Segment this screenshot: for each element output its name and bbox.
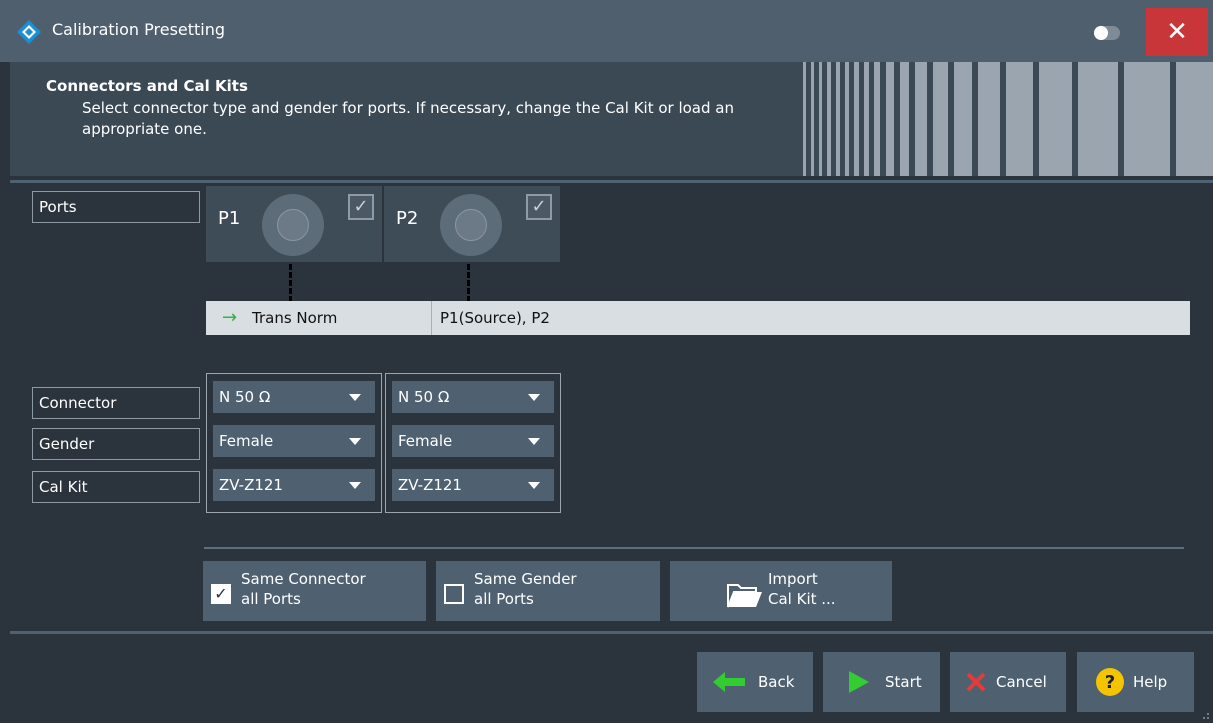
arrow-right-icon: → <box>222 307 238 328</box>
dropdown-caret-icon <box>528 394 540 401</box>
play-icon <box>849 671 869 693</box>
dropdown-caret-icon <box>528 438 540 445</box>
cancel-button[interactable]: Cancel <box>950 652 1066 712</box>
back-label: Back <box>758 673 795 691</box>
label-line: Import <box>768 570 818 588</box>
cal-kit-label: Cal Kit <box>32 471 200 503</box>
help-button[interactable]: ? Help <box>1077 652 1194 712</box>
window-title: Calibration Presetting <box>52 20 226 39</box>
label-line: Cal Kit ... <box>768 590 836 608</box>
dropdown-value: ZV-Z121 <box>219 476 283 494</box>
same-connector-label: Same Connector all Ports <box>241 569 366 609</box>
connector-dropdown-p2[interactable]: N 50 Ω <box>392 381 554 413</box>
dropdown-caret-icon <box>349 394 361 401</box>
header-title: Connectors and Cal Kits <box>46 77 248 95</box>
calibration-type-cell: → Trans Norm <box>206 301 432 335</box>
port-p1-checkbox[interactable]: ✓ <box>348 194 374 220</box>
dropdown-caret-icon <box>349 438 361 445</box>
import-label: Import Cal Kit ... <box>768 569 836 609</box>
port-p2-checkbox[interactable]: ✓ <box>526 194 552 220</box>
decorative-bars <box>791 62 1213 176</box>
divider <box>204 547 1184 549</box>
connector-icon <box>440 194 502 256</box>
close-icon: ✕ <box>1166 17 1188 47</box>
divider <box>10 631 1213 634</box>
port-name: P2 <box>396 208 419 229</box>
folder-open-icon <box>727 584 762 608</box>
gender-dropdown-p1[interactable]: Female <box>213 425 375 457</box>
checkbox-icon: ✓ <box>211 584 231 604</box>
cancel-label: Cancel <box>996 673 1047 691</box>
checkbox-icon <box>444 584 464 604</box>
gender-dropdown-p2[interactable]: Female <box>392 425 554 457</box>
cal-kit-dropdown-p2[interactable]: ZV-Z121 <box>392 469 554 501</box>
same-connector-toggle[interactable]: ✓ Same Connector all Ports <box>203 561 426 621</box>
back-button[interactable]: Back <box>697 652 813 712</box>
x-icon <box>966 672 986 692</box>
help-label: Help <box>1133 673 1168 691</box>
label-line: Same Gender <box>474 570 577 588</box>
port-p2-settings: N 50 Ω Female ZV-Z121 <box>385 373 561 513</box>
dropdown-value: Female <box>398 432 453 450</box>
import-cal-kit-button[interactable]: Import Cal Kit ... <box>670 561 892 621</box>
gender-label: Gender <box>32 428 200 460</box>
port-name: P1 <box>218 208 241 229</box>
calibration-type: Trans Norm <box>252 309 338 327</box>
dropdown-value: ZV-Z121 <box>398 476 462 494</box>
connector-dropdown-p1[interactable]: N 50 Ω <box>213 381 375 413</box>
help-icon: ? <box>1096 668 1124 696</box>
port-p1-settings: N 50 Ω Female ZV-Z121 <box>206 373 382 513</box>
svg-text:?: ? <box>1105 672 1115 693</box>
calibration-ports: P1(Source), P2 <box>440 309 550 327</box>
port-card-p2[interactable]: P2 ✓ <box>384 186 560 262</box>
calibration-row[interactable]: → Trans Norm P1(Source), P2 <box>206 301 1190 335</box>
start-button[interactable]: Start <box>823 652 940 712</box>
close-button[interactable]: ✕ <box>1146 8 1208 56</box>
label-line: all Ports <box>241 590 301 608</box>
divider <box>10 180 1213 183</box>
dropdown-value: N 50 Ω <box>398 388 450 406</box>
label-line: Same Connector <box>241 570 366 588</box>
same-gender-label: Same Gender all Ports <box>474 569 577 609</box>
connector-icon <box>262 194 324 256</box>
ports-label: Ports <box>32 191 200 223</box>
dropdown-value: N 50 Ω <box>219 388 271 406</box>
dropdown-caret-icon <box>349 482 361 489</box>
title-bar: Calibration Presetting ✕ <box>0 0 1213 62</box>
label-line: all Ports <box>474 590 534 608</box>
same-gender-toggle[interactable]: Same Gender all Ports <box>436 561 660 621</box>
start-label: Start <box>885 673 922 691</box>
rs-logo-icon <box>17 20 41 44</box>
toggle-icon[interactable] <box>1094 26 1120 40</box>
header-description: Select connector type and gender for por… <box>82 99 734 138</box>
connector-label: Connector <box>32 387 200 419</box>
back-arrow-icon <box>713 672 745 692</box>
step-header: Connectors and Cal Kits Select connector… <box>10 62 1213 176</box>
toggle-knob <box>1094 26 1108 40</box>
cal-kit-dropdown-p1[interactable]: ZV-Z121 <box>213 469 375 501</box>
dropdown-caret-icon <box>528 482 540 489</box>
resize-grip-icon[interactable] <box>1196 706 1210 720</box>
port-card-p1[interactable]: P1 ✓ <box>206 186 382 262</box>
dropdown-value: Female <box>219 432 274 450</box>
